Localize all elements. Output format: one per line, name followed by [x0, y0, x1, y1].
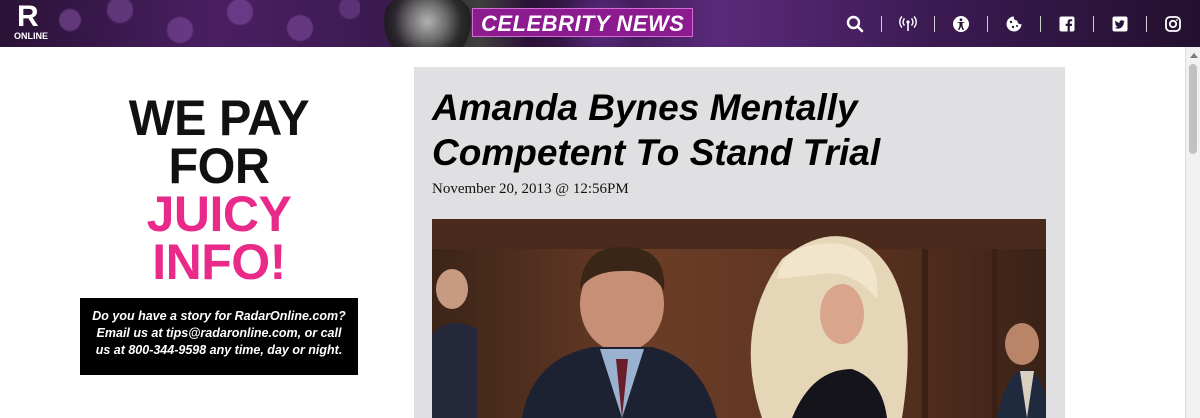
tip-promo: WE PAY FOR JUICY INFO! Do you have a sto…: [80, 90, 358, 375]
page-scrollbar[interactable]: [1185, 47, 1200, 418]
nav-divider: [987, 16, 988, 32]
header-crowd-background: [50, 0, 360, 47]
facebook-icon[interactable]: [1054, 11, 1080, 37]
article-title: Amanda Bynes Mentally Competent To Stand…: [432, 87, 881, 173]
header-stage-background: [380, 0, 475, 47]
search-icon[interactable]: [842, 11, 868, 37]
cookie-icon[interactable]: [1001, 11, 1027, 37]
accessibility-icon[interactable]: [948, 11, 974, 37]
promo-headline-line1: WE PAY FOR: [128, 90, 310, 194]
nav-divider: [881, 16, 882, 32]
scroll-up-arrow-icon[interactable]: [1186, 47, 1200, 62]
promo-tip-box: Do you have a story for RadarOnline.com?…: [80, 298, 358, 375]
nav-divider: [934, 16, 935, 32]
section-tag-celebrity-news[interactable]: CELEBRITY NEWS: [472, 8, 694, 37]
promo-headline-line2: JUICY INFO!: [146, 186, 292, 290]
instagram-icon[interactable]: [1160, 11, 1186, 37]
header-nav-icons: [842, 11, 1186, 37]
nav-divider: [1040, 16, 1041, 32]
article-card: Amanda Bynes Mentally Competent To Stand…: [414, 67, 1065, 418]
site-logo[interactable]: R ONLINE: [14, 0, 50, 42]
site-header: R ONLINE CELEBRITY NEWS: [0, 0, 1200, 47]
scrollbar-thumb[interactable]: [1189, 64, 1197, 154]
nav-divider: [1146, 16, 1147, 32]
logo-subtext: ONLINE: [14, 31, 49, 41]
broadcast-icon[interactable]: [895, 11, 921, 37]
nav-divider: [1093, 16, 1094, 32]
article-date: November 20, 2013 @ 12:56PM: [432, 181, 629, 197]
article-photo: [432, 219, 1046, 418]
logo-letter: R: [17, 0, 39, 33]
twitter-icon[interactable]: [1107, 11, 1133, 37]
